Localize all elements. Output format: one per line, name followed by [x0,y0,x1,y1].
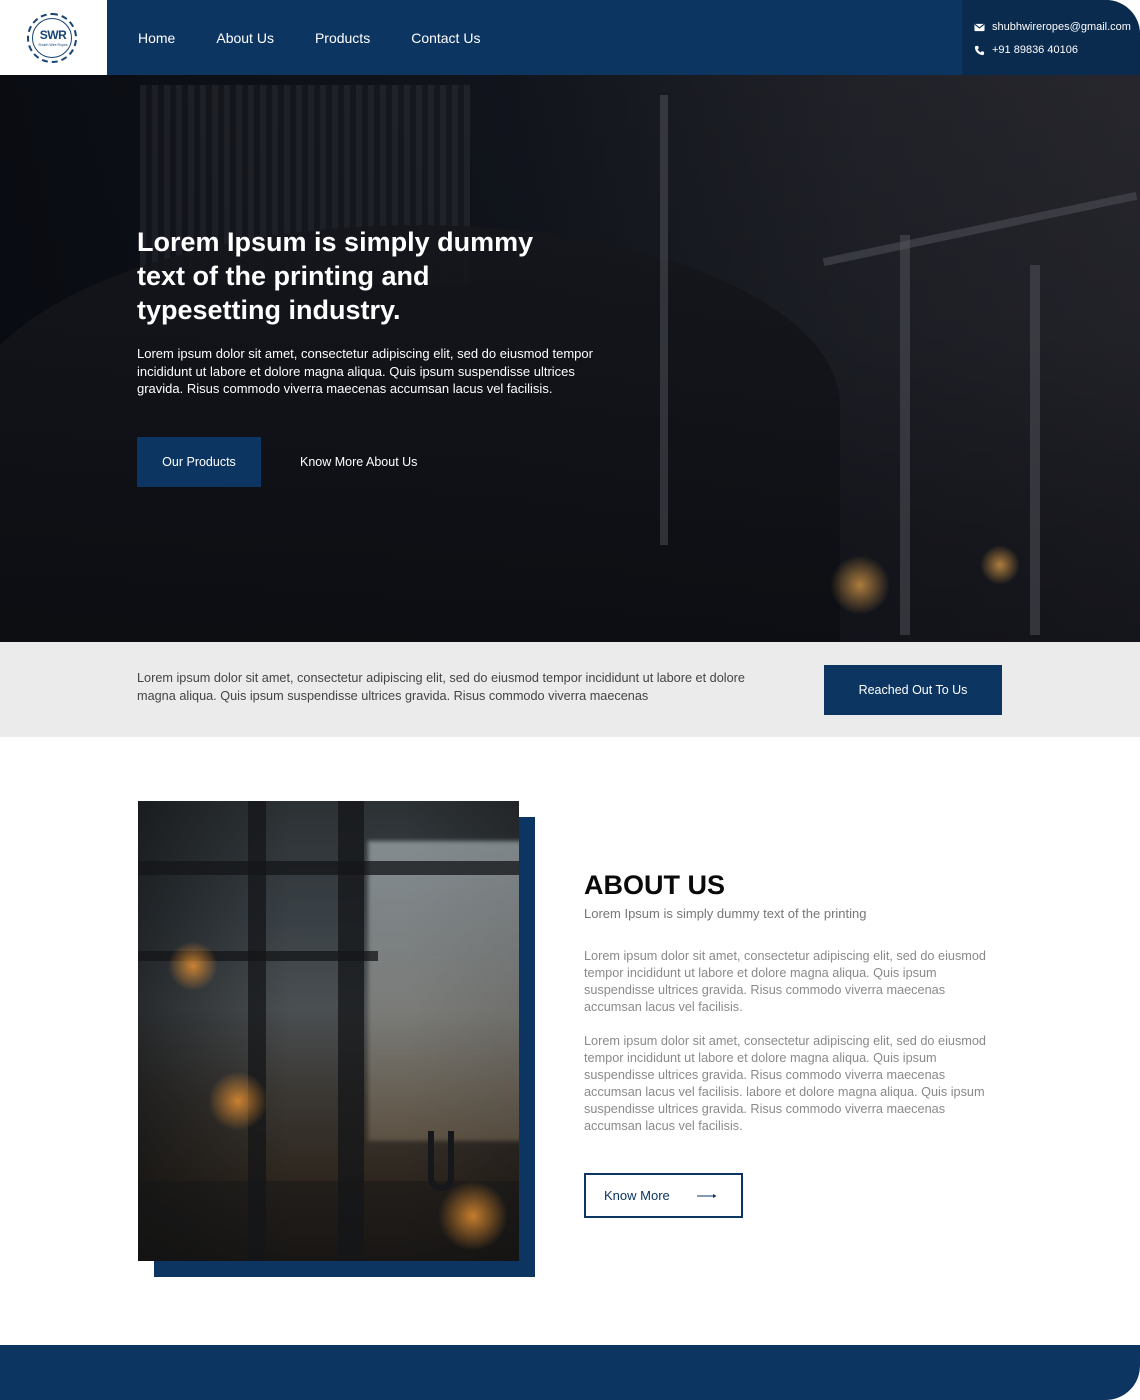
logo-badge: SWR Shubh Wire Ropes [27,13,77,63]
hero-light [830,555,890,615]
main-nav: Home About Us Products Contact Us [138,0,521,75]
hero-title: Lorem Ipsum is simply dummy text of the … [137,227,534,325]
site-header: SWR Shubh Wire Ropes Home About Us Produ… [0,0,1140,75]
about-image [138,801,519,1261]
nav-home[interactable]: Home [138,30,175,46]
our-products-button[interactable]: Our Products [137,437,261,487]
about-subtitle: Lorem Ipsum is simply dummy text of the … [584,906,867,921]
contact-phone-text: +91 89836 40106 [992,44,1078,56]
about-image-lamp [208,1071,268,1131]
page: SWR Shubh Wire Ropes Home About Us Produ… [0,0,1140,1400]
reached-out-button[interactable]: Reached Out To Us [824,665,1002,715]
cta-strip: Lorem ipsum dolor sit amet, consectetur … [0,642,1140,737]
phone-icon [974,45,985,55]
logo[interactable]: SWR Shubh Wire Ropes [0,0,107,75]
footer-bar [0,1345,1140,1400]
cta-text: Lorem ipsum dolor sit amet, consectetur … [137,671,745,703]
hero-description: Lorem ipsum dolor sit amet, consectetur … [137,346,593,396]
logo-inner-ring: SWR Shubh Wire Ropes [32,18,72,58]
hero-light [980,545,1020,585]
about-title: ABOUT US [584,870,725,900]
logo-subtext: Shubh Wire Ropes [38,43,68,47]
contact-phone[interactable]: +91 89836 40106 [974,44,1078,56]
about-image-lamp [168,941,218,991]
hero-crane-tower [900,235,910,635]
know-more-about-us-link[interactable]: Know More About Us [300,437,417,487]
nav-contact-us[interactable]: Contact Us [411,30,480,46]
hero-section: Lorem Ipsum is simply dummy text of the … [0,75,1140,642]
about-image-light-shaft [368,841,519,1141]
header-contact: shubhwireropes@gmail.com +91 89836 40106 [962,0,1140,75]
hero-crane-beam [822,191,1138,267]
know-more-label: Know More [604,1188,670,1203]
contact-email[interactable]: shubhwireropes@gmail.com [974,21,1131,33]
know-more-button[interactable]: Know More [584,1173,743,1218]
nav-products[interactable]: Products [315,30,370,46]
about-paragraph-2: Lorem ipsum dolor sit amet, consectetur … [584,1034,986,1133]
contact-email-text: shubhwireropes@gmail.com [992,21,1131,33]
arrow-right-icon [697,1194,717,1198]
about-image-beam [138,861,519,875]
nav-about-us[interactable]: About Us [216,30,274,46]
mail-icon [974,23,985,31]
logo-text: SWR [39,28,67,42]
about-image-lamp [438,1181,508,1251]
hero-crane-tower [1030,265,1040,635]
about-paragraph-1: Lorem ipsum dolor sit amet, consectetur … [584,949,986,1014]
hero-crane-mast [660,95,668,545]
crane-hook [428,1131,454,1191]
